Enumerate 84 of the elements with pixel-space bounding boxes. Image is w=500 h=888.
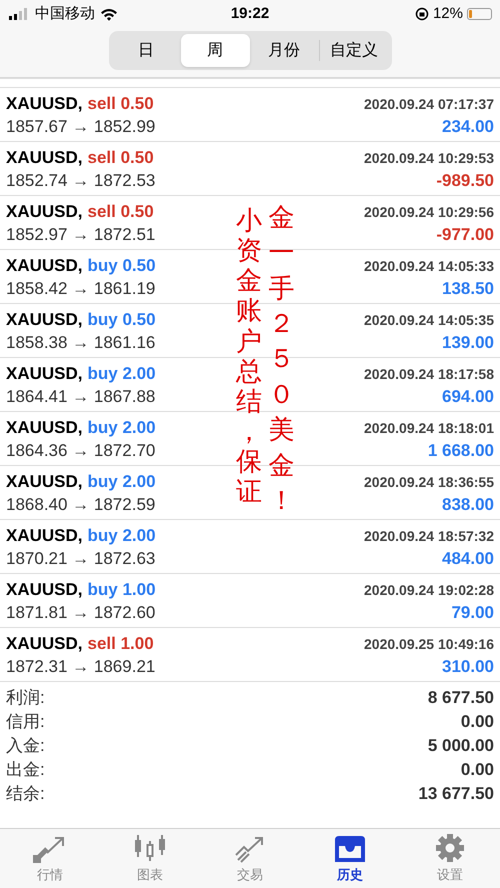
profit-value: 838.00 bbox=[442, 494, 494, 516]
summary-value: 13 677.50 bbox=[418, 783, 494, 805]
profit-value: 310.00 bbox=[442, 656, 494, 678]
inbox-icon bbox=[334, 834, 366, 862]
price-range: 1871.81 → 1872.60 bbox=[6, 602, 156, 624]
symbol: XAUUSD, bbox=[6, 93, 83, 115]
trade-time: 2020.09.25 10:49:16 bbox=[364, 635, 494, 654]
symbol: XAUUSD, bbox=[6, 579, 83, 601]
period-tab[interactable]: 月份 bbox=[250, 34, 318, 67]
order-type: sell 0.50 bbox=[88, 201, 154, 223]
order-type: buy 2.00 bbox=[88, 417, 156, 439]
order-type: buy 1.00 bbox=[88, 579, 156, 601]
trade-time: 2020.09.24 10:29:53 bbox=[364, 149, 494, 168]
profit-value: 138.50 bbox=[442, 278, 494, 300]
annotation-text: 小资金账户总结，保证 bbox=[236, 206, 263, 508]
profit-value: 694.00 bbox=[442, 386, 494, 408]
trade-time: 2020.09.24 18:17:58 bbox=[364, 365, 494, 384]
trade-time: 2020.09.24 18:57:32 bbox=[364, 527, 494, 546]
trade-time: 2020.09.24 14:05:33 bbox=[364, 257, 494, 276]
profit-value: 484.00 bbox=[442, 548, 494, 570]
trade-time: 2020.09.24 18:36:55 bbox=[364, 473, 494, 492]
symbol: XAUUSD, bbox=[6, 255, 83, 277]
price-range: 1857.67 → 1852.99 bbox=[6, 116, 156, 138]
price-range: 1870.21 → 1872.63 bbox=[6, 548, 156, 570]
signal-icon bbox=[8, 8, 30, 20]
symbol: XAUUSD, bbox=[6, 633, 83, 655]
period-tab[interactable]: 自定义 bbox=[320, 34, 388, 67]
price-range: 1858.42 → 1861.19 bbox=[6, 278, 156, 300]
order-type: sell 1.00 bbox=[88, 633, 154, 655]
symbol: XAUUSD, bbox=[6, 471, 83, 493]
symbol: XAUUSD, bbox=[6, 309, 83, 331]
price-range: 1864.36 → 1872.70 bbox=[6, 440, 156, 462]
battery-percent: 12% bbox=[432, 4, 463, 24]
summary-value: 8 677.50 bbox=[428, 687, 494, 709]
price-range: 1858.38 → 1861.16 bbox=[6, 332, 156, 354]
wifi-icon bbox=[100, 8, 118, 20]
clock: 19:22 bbox=[230, 4, 270, 24]
summary-label: 入金: bbox=[6, 735, 45, 757]
symbol: XAUUSD, bbox=[6, 147, 83, 169]
battery-icon bbox=[467, 8, 492, 20]
annotation-text: 金一手２５０美金！ bbox=[268, 202, 296, 517]
order-type: buy 2.00 bbox=[88, 471, 156, 493]
trade-time: 2020.09.24 14:05:35 bbox=[364, 311, 494, 330]
symbol: XAUUSD, bbox=[6, 525, 83, 547]
carrier-name: 中国移动 bbox=[35, 4, 95, 24]
period-tab[interactable]: 日 bbox=[112, 34, 180, 67]
trade-time: 2020.09.24 18:18:01 bbox=[364, 419, 494, 438]
candlestick-icon bbox=[134, 832, 166, 862]
summary-label: 出金: bbox=[6, 759, 45, 781]
summary-value: 5 000.00 bbox=[428, 735, 494, 757]
profit-value: 234.00 bbox=[442, 116, 494, 138]
price-range: 1852.74 → 1872.53 bbox=[6, 170, 156, 192]
profit-value: -989.50 bbox=[436, 170, 494, 192]
arrows-icon bbox=[33, 834, 67, 862]
profit-value: 79.00 bbox=[451, 602, 494, 624]
price-range: 1868.40 → 1872.59 bbox=[6, 494, 156, 516]
tab-bar-item[interactable]: 历史 bbox=[300, 829, 400, 888]
order-type: buy 2.00 bbox=[88, 525, 156, 547]
trade-time: 2020.09.24 10:29:56 bbox=[364, 203, 494, 222]
summary-label: 利润: bbox=[6, 687, 45, 709]
symbol: XAUUSD, bbox=[6, 417, 83, 439]
order-type: buy 0.50 bbox=[88, 255, 156, 277]
trend-arrow-icon bbox=[234, 834, 266, 862]
order-type: buy 2.00 bbox=[88, 363, 156, 385]
rotation-lock-icon bbox=[414, 7, 429, 21]
summary-label: 结余: bbox=[6, 783, 45, 805]
price-range: 1864.41 → 1867.88 bbox=[6, 386, 156, 408]
order-type: sell 0.50 bbox=[88, 93, 154, 115]
order-type: buy 0.50 bbox=[88, 309, 156, 331]
trade-time: 2020.09.24 19:02:28 bbox=[364, 581, 494, 600]
order-type: sell 0.50 bbox=[88, 147, 154, 169]
symbol: XAUUSD, bbox=[6, 363, 83, 385]
summary-label: 信用: bbox=[6, 711, 45, 733]
price-range: 1852.97 → 1872.51 bbox=[6, 224, 156, 246]
profit-value: -977.00 bbox=[436, 224, 494, 246]
profit-value: 1 668.00 bbox=[428, 440, 494, 462]
summary-value: 0.00 bbox=[460, 711, 494, 733]
price-range: 1872.31 → 1869.21 bbox=[6, 656, 156, 678]
summary-value: 0.00 bbox=[460, 759, 494, 781]
symbol: XAUUSD, bbox=[6, 201, 83, 223]
profit-value: 139.00 bbox=[442, 332, 494, 354]
period-tab[interactable]: 周 bbox=[180, 34, 250, 67]
settings-icon bbox=[435, 832, 465, 862]
trade-time: 2020.09.24 07:17:37 bbox=[364, 95, 494, 114]
